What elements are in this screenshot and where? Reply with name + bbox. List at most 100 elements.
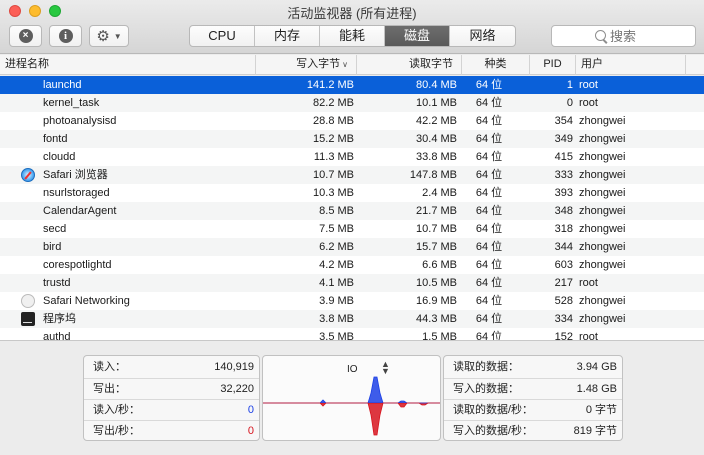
- table-row[interactable]: Safari 浏览器 10.7 MB 147.8 MB 64 位 333 zhongwei: [0, 166, 704, 184]
- bytes-read: 147.8 MB: [409, 169, 457, 181]
- process-name: Safari Networking: [43, 295, 130, 307]
- bytes-written: 6.2 MB: [319, 241, 354, 253]
- process-name: fontd: [43, 133, 68, 145]
- bytes-written: 82.2 MB: [313, 97, 354, 109]
- process-pid: 393: [554, 187, 573, 199]
- process-user: zhongwei: [579, 151, 626, 163]
- table-row[interactable]: cloudd 11.3 MB 33.8 MB 64 位 415 zhongwei: [0, 148, 704, 166]
- table-row[interactable]: Safari Networking 3.9 MB 16.9 MB 64 位 528 zho…: [0, 292, 704, 310]
- data-total-value: 3.94 GB: [576, 361, 617, 373]
- table-row[interactable]: authd 3.5 MB 1.5 MB 64 位 152 root: [0, 328, 704, 340]
- process-user: zhongwei: [579, 313, 626, 325]
- terminal-icon: [21, 312, 35, 326]
- process-user: zhongwei: [579, 223, 626, 235]
- process-kind: 64 位: [475, 97, 503, 109]
- bytes-written: 10.7 MB: [313, 169, 354, 181]
- bytes-read: 2.4 MB: [422, 187, 457, 199]
- tab-memory[interactable]: 内存: [255, 26, 320, 46]
- column-header-user[interactable]: 用户: [576, 55, 686, 75]
- table-row[interactable]: trustd 4.1 MB 10.5 MB 64 位 217 root: [0, 274, 704, 292]
- search-input[interactable]: [552, 29, 697, 44]
- process-name: kernel_task: [43, 97, 100, 109]
- data-total-label: 读取的数据/秒：: [453, 404, 534, 416]
- process-pid: 0: [566, 97, 573, 109]
- tab-disk[interactable]: 磁盘: [385, 26, 450, 46]
- bytes-read: 16.9 MB: [416, 295, 457, 307]
- process-user: zhongwei: [579, 241, 626, 253]
- column-header-kind[interactable]: 种类: [462, 55, 530, 75]
- process-name: trustd: [43, 277, 71, 289]
- bytes-read: 44.3 MB: [416, 313, 457, 325]
- graph-mode-selector-icon[interactable]: ▲ ▼: [381, 360, 390, 376]
- quit-process-button[interactable]: ×: [9, 25, 42, 47]
- process-kind: 64 位: [475, 187, 503, 199]
- process-user: zhongwei: [579, 295, 626, 307]
- table-row[interactable]: 程序坞 3.8 MB 44.3 MB 64 位 334 zhongwei: [0, 310, 704, 328]
- process-name: cloudd: [43, 151, 76, 163]
- process-pid: 344: [554, 241, 573, 253]
- process-table: launchd 141.2 MB 80.4 MB 64 位 1 root kernel_ta…: [0, 76, 704, 340]
- bytes-read: 10.1 MB: [416, 97, 457, 109]
- tab-network[interactable]: 网络: [450, 26, 515, 46]
- write-graph-line: [263, 402, 440, 436]
- data-total-label: 写入的数据：: [453, 383, 519, 395]
- process-kind: 64 位: [475, 331, 503, 340]
- column-header-pid[interactable]: PID: [530, 55, 576, 75]
- bytes-read: 42.2 MB: [416, 115, 457, 127]
- io-count-value: 32,220: [220, 383, 254, 395]
- process-user: zhongwei: [579, 205, 626, 217]
- process-pid: 349: [554, 133, 573, 145]
- table-row[interactable]: fontd 15.2 MB 30.4 MB 64 位 349 zhongwei: [0, 130, 704, 148]
- bytes-written: 15.2 MB: [313, 133, 354, 145]
- bytes-read: 6.6 MB: [422, 259, 457, 271]
- process-pid: 603: [554, 259, 573, 271]
- data-total-row: 写入的数据/秒： 819 字节: [444, 420, 622, 440]
- io-graph: [263, 376, 440, 436]
- close-icon: ×: [18, 29, 33, 43]
- process-name: nsurlstoraged: [43, 187, 110, 199]
- process-pid: 354: [554, 115, 573, 127]
- toolbar: 活动监视器 (所有进程) × i ⚙ ▼ CPU 内存 能耗 磁盘 网络: [0, 0, 704, 54]
- bytes-written: 10.3 MB: [313, 187, 354, 199]
- bytes-read: 1.5 MB: [422, 331, 457, 340]
- io-count-label: 写出：: [93, 383, 126, 395]
- sort-descending-icon: ∨: [342, 60, 348, 69]
- column-header-write-label: 写入字节: [296, 58, 341, 70]
- table-row[interactable]: corespotlightd 4.2 MB 6.6 MB 64 位 603 zhongwe…: [0, 256, 704, 274]
- inspect-process-button[interactable]: i: [49, 25, 82, 47]
- bytes-written: 3.8 MB: [319, 313, 354, 325]
- action-menu-button[interactable]: ⚙ ▼: [89, 25, 129, 47]
- io-graph-box: IO ▲ ▼: [262, 355, 441, 441]
- tab-energy[interactable]: 能耗: [320, 26, 385, 46]
- process-user: zhongwei: [579, 169, 626, 181]
- data-total-label: 写入的数据/秒：: [453, 425, 534, 437]
- tab-bar: CPU 内存 能耗 磁盘 网络: [189, 25, 516, 47]
- table-row[interactable]: nsurlstoraged 10.3 MB 2.4 MB 64 位 393 zhongwe…: [0, 184, 704, 202]
- tab-cpu[interactable]: CPU: [190, 26, 255, 46]
- process-pid: 1: [566, 79, 573, 91]
- io-count-label: 读入：: [93, 361, 126, 373]
- data-total-row: 读取的数据/秒： 0 字节: [444, 399, 622, 419]
- process-name: corespotlightd: [43, 259, 112, 271]
- search-field[interactable]: [551, 25, 697, 47]
- io-count-row: 读入/秒： 0: [84, 399, 259, 419]
- table-row[interactable]: photoanalysisd 28.8 MB 42.2 MB 64 位 354 zhong…: [0, 112, 704, 130]
- io-count-row: 写出： 32,220: [84, 378, 259, 398]
- column-header-write[interactable]: 写入字节 ∨: [256, 55, 357, 75]
- bytes-written: 28.8 MB: [313, 115, 354, 127]
- table-row[interactable]: secd 7.5 MB 10.7 MB 64 位 318 zhongwei: [0, 220, 704, 238]
- table-row[interactable]: launchd 141.2 MB 80.4 MB 64 位 1 root: [0, 76, 704, 94]
- column-header-read[interactable]: 读取字节: [357, 55, 462, 75]
- write-graph-area: [263, 403, 440, 435]
- table-row[interactable]: kernel_task 82.2 MB 10.1 MB 64 位 0 root: [0, 94, 704, 112]
- process-user: root: [579, 79, 598, 91]
- process-name: CalendarAgent: [43, 205, 117, 217]
- column-header-name[interactable]: 进程名称: [0, 55, 256, 75]
- bytes-written: 141.2 MB: [306, 79, 354, 91]
- bytes-written: 4.1 MB: [319, 277, 354, 289]
- io-counts-box: 读入： 140,919 写出： 32,220 读入/秒： 0 写出/秒： 0: [83, 355, 260, 441]
- table-row[interactable]: bird 6.2 MB 15.7 MB 64 位 344 zhongwei: [0, 238, 704, 256]
- process-pid: 415: [554, 151, 573, 163]
- table-row[interactable]: CalendarAgent 8.5 MB 21.7 MB 64 位 348 zhongwe…: [0, 202, 704, 220]
- bytes-read: 80.4 MB: [416, 79, 457, 91]
